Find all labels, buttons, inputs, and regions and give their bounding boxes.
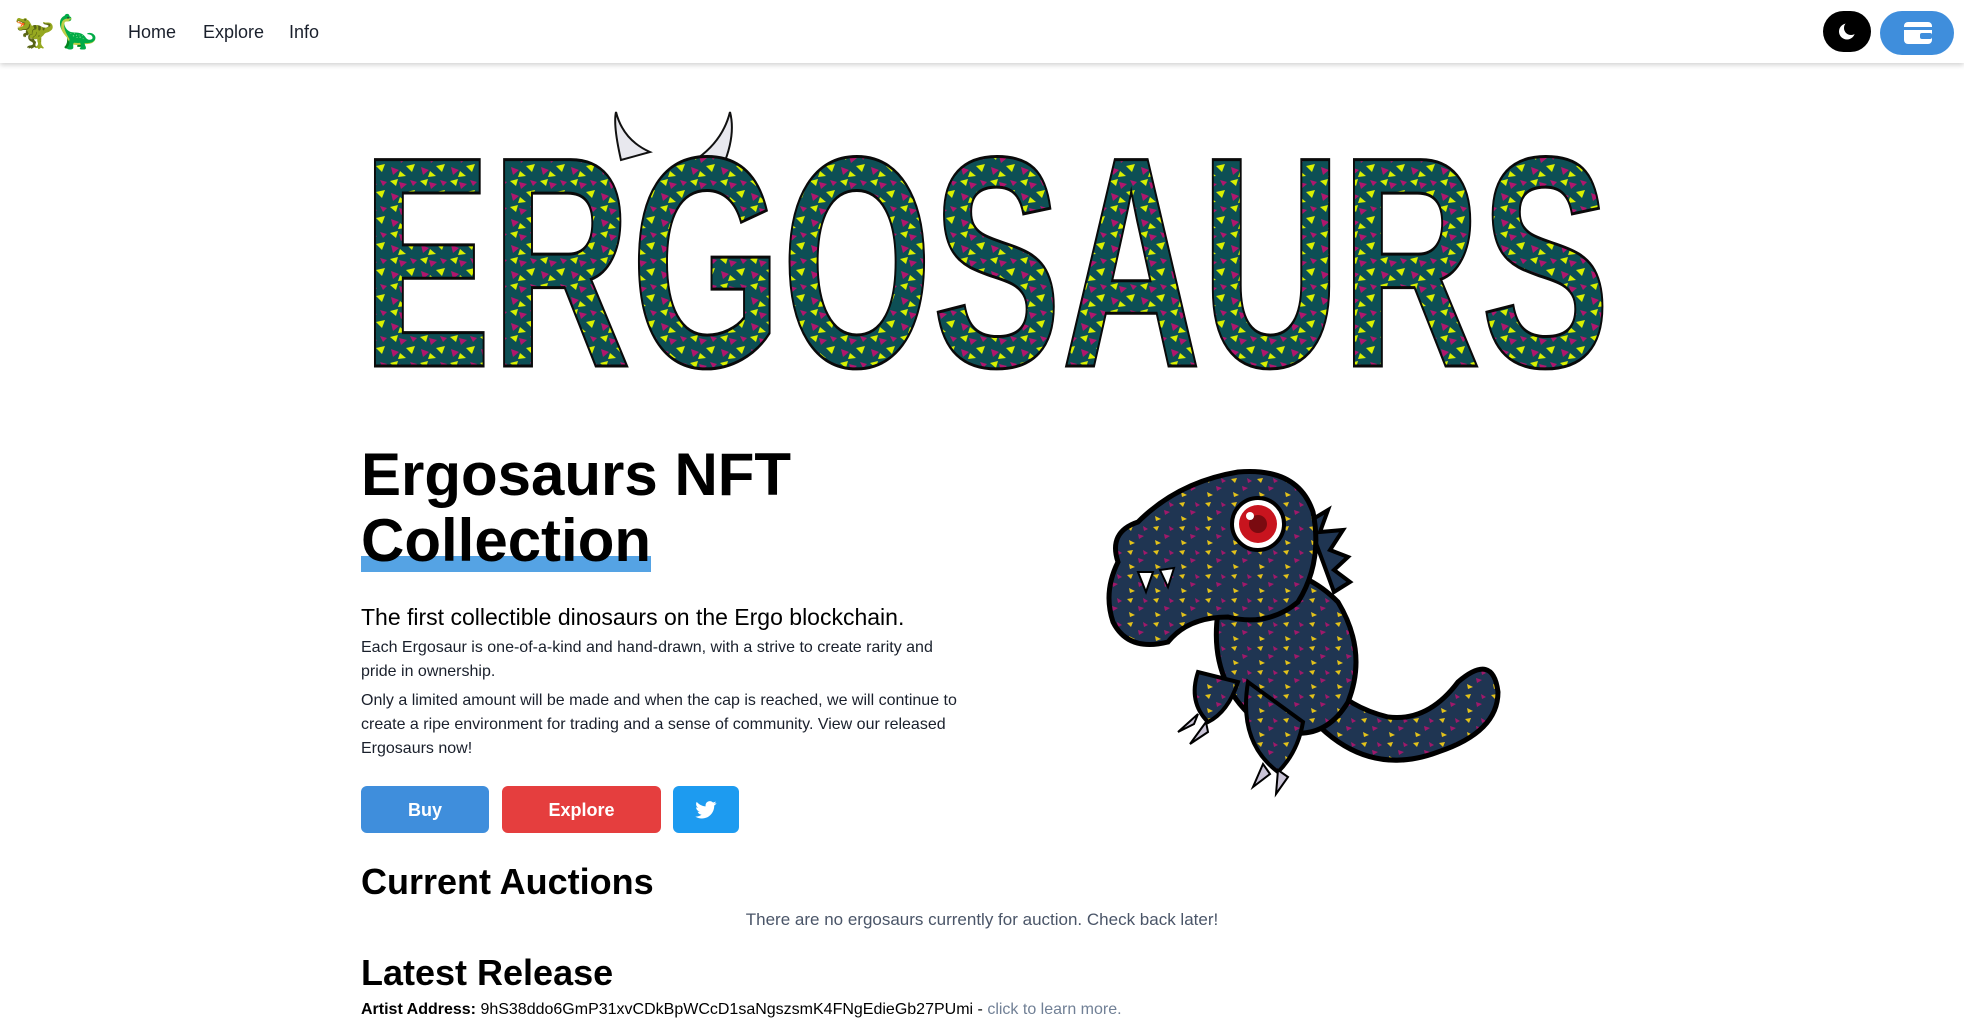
- brand-logo[interactable]: 🦖🦕: [14, 12, 100, 52]
- page-title: Ergosaurs NFT Collection: [361, 442, 921, 574]
- nav-link-explore[interactable]: Explore: [203, 20, 264, 44]
- artist-address-line: Artist Address: 9hS38ddo6GmP31xvCDkBpWCc…: [361, 1001, 1122, 1019]
- latest-release-heading: Latest Release: [361, 952, 614, 993]
- artist-address-separator: -: [977, 1001, 983, 1018]
- twitter-icon: [695, 801, 717, 819]
- no-auctions-message: There are no ergosaurs currently for auc…: [745, 910, 1219, 929]
- top-navbar: 🦖🦕 Home Explore Info: [0, 0, 1964, 63]
- nav-link-home[interactable]: Home: [128, 20, 176, 44]
- moon-icon: [1839, 21, 1858, 40]
- ergosaur-illustration: [1098, 452, 1518, 822]
- t-rex-icon: 🦖: [14, 13, 58, 50]
- page-title-line2: Collection: [361, 507, 652, 574]
- ergosaurs-logo: ERGOSAURS: [358, 93, 1614, 432]
- sauropod-icon: 🦕: [57, 13, 101, 50]
- wallet-connect-button[interactable]: [1880, 11, 1954, 55]
- learn-more-link[interactable]: click to learn more.: [987, 1001, 1121, 1018]
- artist-address-label: Artist Address:: [361, 1001, 476, 1018]
- theme-toggle-button[interactable]: [1823, 11, 1871, 52]
- artist-address-value: 9hS38ddo6GmP31xvCDkBpWCcD1saNgszsmK4FNgE…: [480, 1001, 974, 1018]
- current-auctions-heading: Current Auctions: [361, 861, 654, 902]
- wallet-icon: [1904, 22, 1932, 44]
- logo-text: ERGOSAURS: [362, 100, 1610, 382]
- nav-link-info[interactable]: Info: [289, 20, 319, 44]
- explore-button[interactable]: Explore: [502, 786, 661, 833]
- tagline: The first collectible dinosaurs on the E…: [361, 604, 905, 630]
- buy-button[interactable]: Buy: [361, 786, 489, 833]
- twitter-button[interactable]: [673, 786, 739, 833]
- page-title-line1: Ergosaurs NFT: [361, 441, 792, 508]
- description-paragraph-2: Only a limited amount will be made and w…: [361, 692, 957, 757]
- description-paragraph-1: Each Ergosaur is one-of-a-kind and hand-…: [361, 639, 933, 680]
